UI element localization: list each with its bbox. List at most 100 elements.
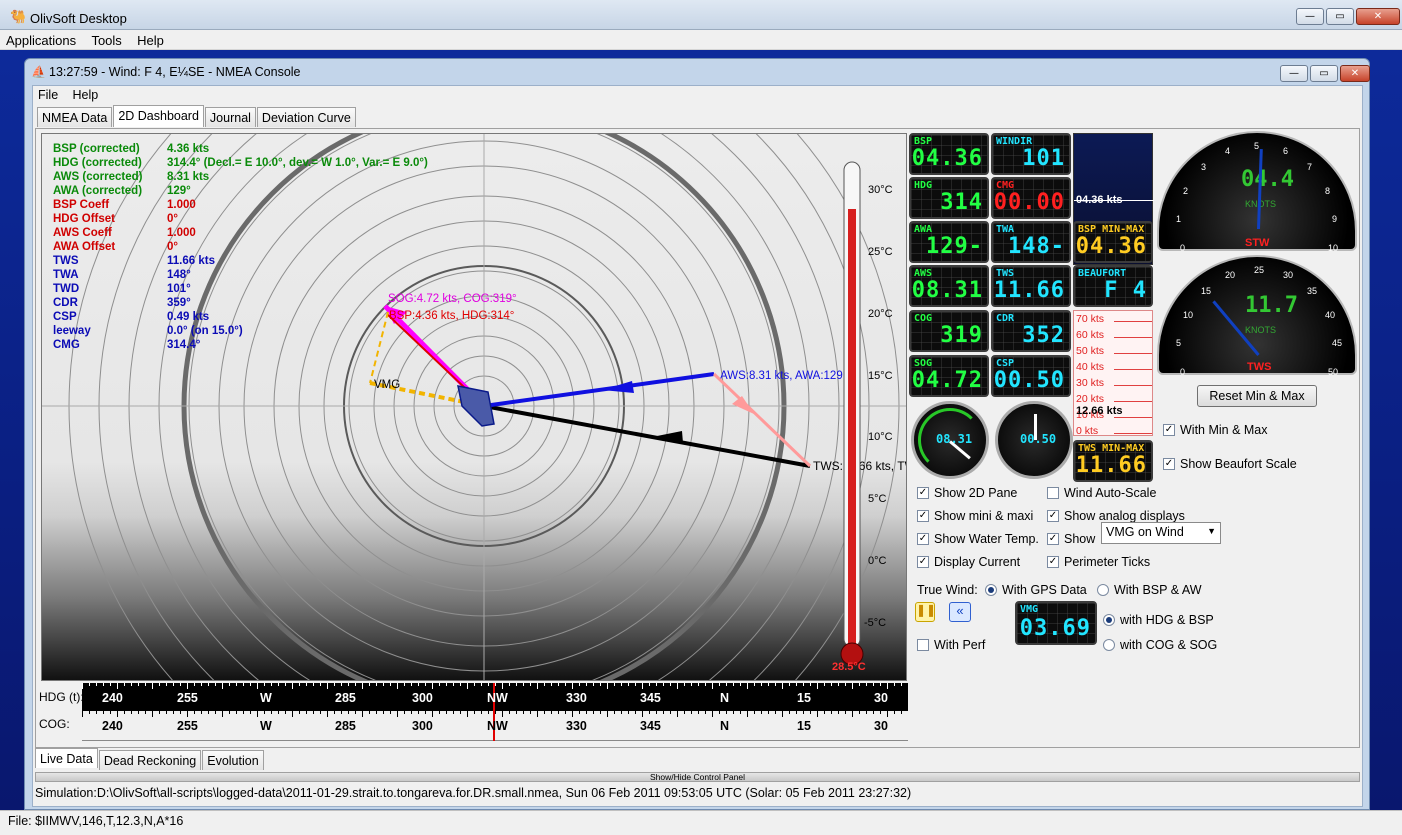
minimize-button[interactable]: — [1296, 8, 1324, 25]
menu-file[interactable]: File [33, 86, 64, 102]
hdg-label: HDG [914, 180, 933, 191]
with-cog-sog-radio[interactable]: with COG & SOG [1103, 638, 1217, 652]
gauge-tick-label: 40 [1325, 310, 1336, 320]
with-hdg-bsp-radio[interactable]: with HDG & BSP [1103, 613, 1214, 627]
gauge-tick-label: 10 [1183, 310, 1194, 320]
with-min-max-label: With Min & Max [1180, 423, 1268, 437]
gauge-tick-label: 30 [1283, 270, 1294, 280]
show-checkbox[interactable]: ✓ Show [1047, 532, 1095, 546]
bsp-value: 04.36 [911, 146, 983, 171]
show-2d-pane-checkbox[interactable]: ✓ Show 2D Pane [917, 486, 1017, 500]
with-perf-checkbox[interactable]: With Perf [917, 638, 985, 652]
file-status-bar: File: $IIMWV,146,T,12.3,N,A*16 [0, 810, 1402, 835]
menu-help-inner[interactable]: Help [68, 86, 105, 102]
show-select-value: VMG on Wind [1106, 525, 1184, 539]
tab-journal[interactable]: Journal [204, 107, 256, 127]
radio-selected-icon [985, 584, 997, 596]
readout-row: CSP 0.49 kts [53, 310, 428, 324]
menu-help[interactable]: Help [131, 30, 170, 48]
reset-min-max-button[interactable]: Reset Min & Max [1197, 385, 1317, 407]
option-label: With GPS Data [1002, 583, 1087, 597]
gauge-tick-label: 0 [1180, 367, 1186, 377]
readout-key: AWA Offset [53, 241, 116, 253]
menu-tools[interactable]: Tools [85, 30, 127, 48]
gauge-tick-label: 1 [1176, 214, 1182, 224]
tab-deviation-curve[interactable]: Deviation Curve [256, 107, 356, 127]
compass-label: 30 [874, 719, 888, 733]
vmg-vector-label: VMG [374, 379, 400, 391]
readout-key: TWS [53, 255, 79, 267]
gauge-tick-label: 4 [1225, 146, 1231, 156]
tws-minmax-display: TWS MIN-MAX 11.66 [1073, 440, 1153, 482]
gauge-tick-label: 3 [1201, 162, 1207, 172]
menu-applications[interactable]: Applications [0, 30, 82, 48]
inner-minimize-button[interactable]: — [1280, 65, 1308, 82]
radio-empty-icon [1103, 639, 1115, 651]
tws-history-label: 0 kts [1076, 425, 1099, 437]
pause-button[interactable]: ❚❚ [915, 602, 936, 622]
wind-auto-scale-checkbox[interactable]: Wind Auto-Scale [1047, 486, 1156, 500]
tws-history-label: 30 kts [1076, 377, 1105, 389]
rewind-button[interactable]: « [949, 602, 971, 622]
tws-history-label: 70 kts [1076, 313, 1105, 325]
cog-label: COG [914, 313, 933, 324]
tab-live-data[interactable]: Live Data [35, 748, 98, 768]
readout-row: TWS 11.66 kts [53, 254, 428, 268]
cdr-value: 352 [1022, 323, 1065, 348]
aws-small-gauge: 08.31 [911, 401, 989, 479]
readout-key: AWS Coeff [53, 227, 112, 239]
inner-maximize-button[interactable]: ▭ [1310, 65, 1338, 82]
bottom-tabs: Live Data Dead Reckoning Evolution [35, 748, 265, 770]
tab-dead-reckoning[interactable]: Dead Reckoning [98, 750, 202, 770]
show-select[interactable]: VMG on Wind ▼ [1101, 522, 1221, 544]
tab-nmea-data[interactable]: NMEA Data [37, 107, 113, 127]
control-panel: BSP 04.36 WINDIR 101 04.36 kts HDG 314 CMG 0… [909, 129, 1361, 749]
show-beaufort-checkbox[interactable]: ✓ Show Beaufort Scale [1163, 457, 1297, 471]
vmg-label: VMG [1020, 604, 1039, 615]
checkbox-empty-icon [1047, 487, 1059, 499]
outer-window-title: OlivSoft Desktop [30, 11, 127, 26]
checkbox-check-icon: ✓ [1047, 533, 1059, 545]
boat-shape [457, 385, 495, 427]
gauge-tick-label: 10 [1328, 243, 1339, 253]
show-water-temp-checkbox[interactable]: ✓ Show Water Temp. [917, 532, 1039, 546]
inner-close-button[interactable]: ✕ [1340, 65, 1370, 82]
compass-label: 240 [102, 691, 123, 705]
show-hide-control-panel[interactable]: Show/Hide Control Panel [35, 772, 1360, 782]
csp-value: 00.50 [993, 368, 1065, 393]
compass-label: 345 [640, 719, 661, 733]
option-label: Show Water Temp. [934, 532, 1039, 546]
checkbox-check-icon: ✓ [1047, 556, 1059, 568]
tws-history-graph: 70 kts 60 kts 50 kts 40 kts 30 kts 20 kts 10 k… [1073, 310, 1153, 437]
with-bsp-aw-radio[interactable]: With BSP & AW [1097, 583, 1202, 597]
thermo-tick: 30°C [868, 184, 893, 196]
tab-2d-dashboard[interactable]: 2D Dashboard [113, 105, 204, 127]
awa-value: 129- [926, 234, 983, 259]
bsp-history-label: 04.36 kts [1076, 194, 1123, 206]
gauge-tick-label: 25 [1254, 265, 1265, 275]
maximize-button[interactable]: ▭ [1326, 8, 1354, 25]
option-label: Display Current [934, 555, 1021, 569]
show-analog-checkbox[interactable]: ✓ Show analog displays [1047, 509, 1185, 523]
radio-selected-icon [1103, 614, 1115, 626]
readout-row: AWA (corrected) 129° [53, 184, 428, 198]
perimeter-ticks-checkbox[interactable]: ✓ Perimeter Ticks [1047, 555, 1150, 569]
with-gps-radio[interactable]: With GPS Data [985, 583, 1087, 597]
readout-value: 0° [167, 213, 178, 225]
option-label: True Wind: [917, 583, 978, 597]
readout-row: TWA 148° [53, 268, 428, 282]
gauge-tick-label: 45 [1332, 338, 1343, 348]
readout-row: leeway 0.0° (on 15.0°) [53, 324, 428, 338]
show-mini-maxi-checkbox[interactable]: ✓ Show mini & maxi [917, 509, 1033, 523]
thermo-tick: 5°C [868, 493, 887, 505]
with-min-max-checkbox[interactable]: ✓ With Min & Max [1163, 423, 1268, 437]
compass-label: 300 [412, 719, 433, 733]
gauge-tick-label: 15 [1201, 286, 1212, 296]
option-label: Show 2D Pane [934, 486, 1018, 500]
checkbox-check-icon: ✓ [1047, 510, 1059, 522]
tab-evolution[interactable]: Evolution [202, 750, 264, 770]
display-current-checkbox[interactable]: ✓ Display Current [917, 555, 1020, 569]
close-button[interactable]: ✕ [1356, 8, 1400, 25]
true-wind-label: True Wind: [917, 583, 978, 597]
inner-window-controls: — ▭ ✕ [1280, 65, 1370, 82]
